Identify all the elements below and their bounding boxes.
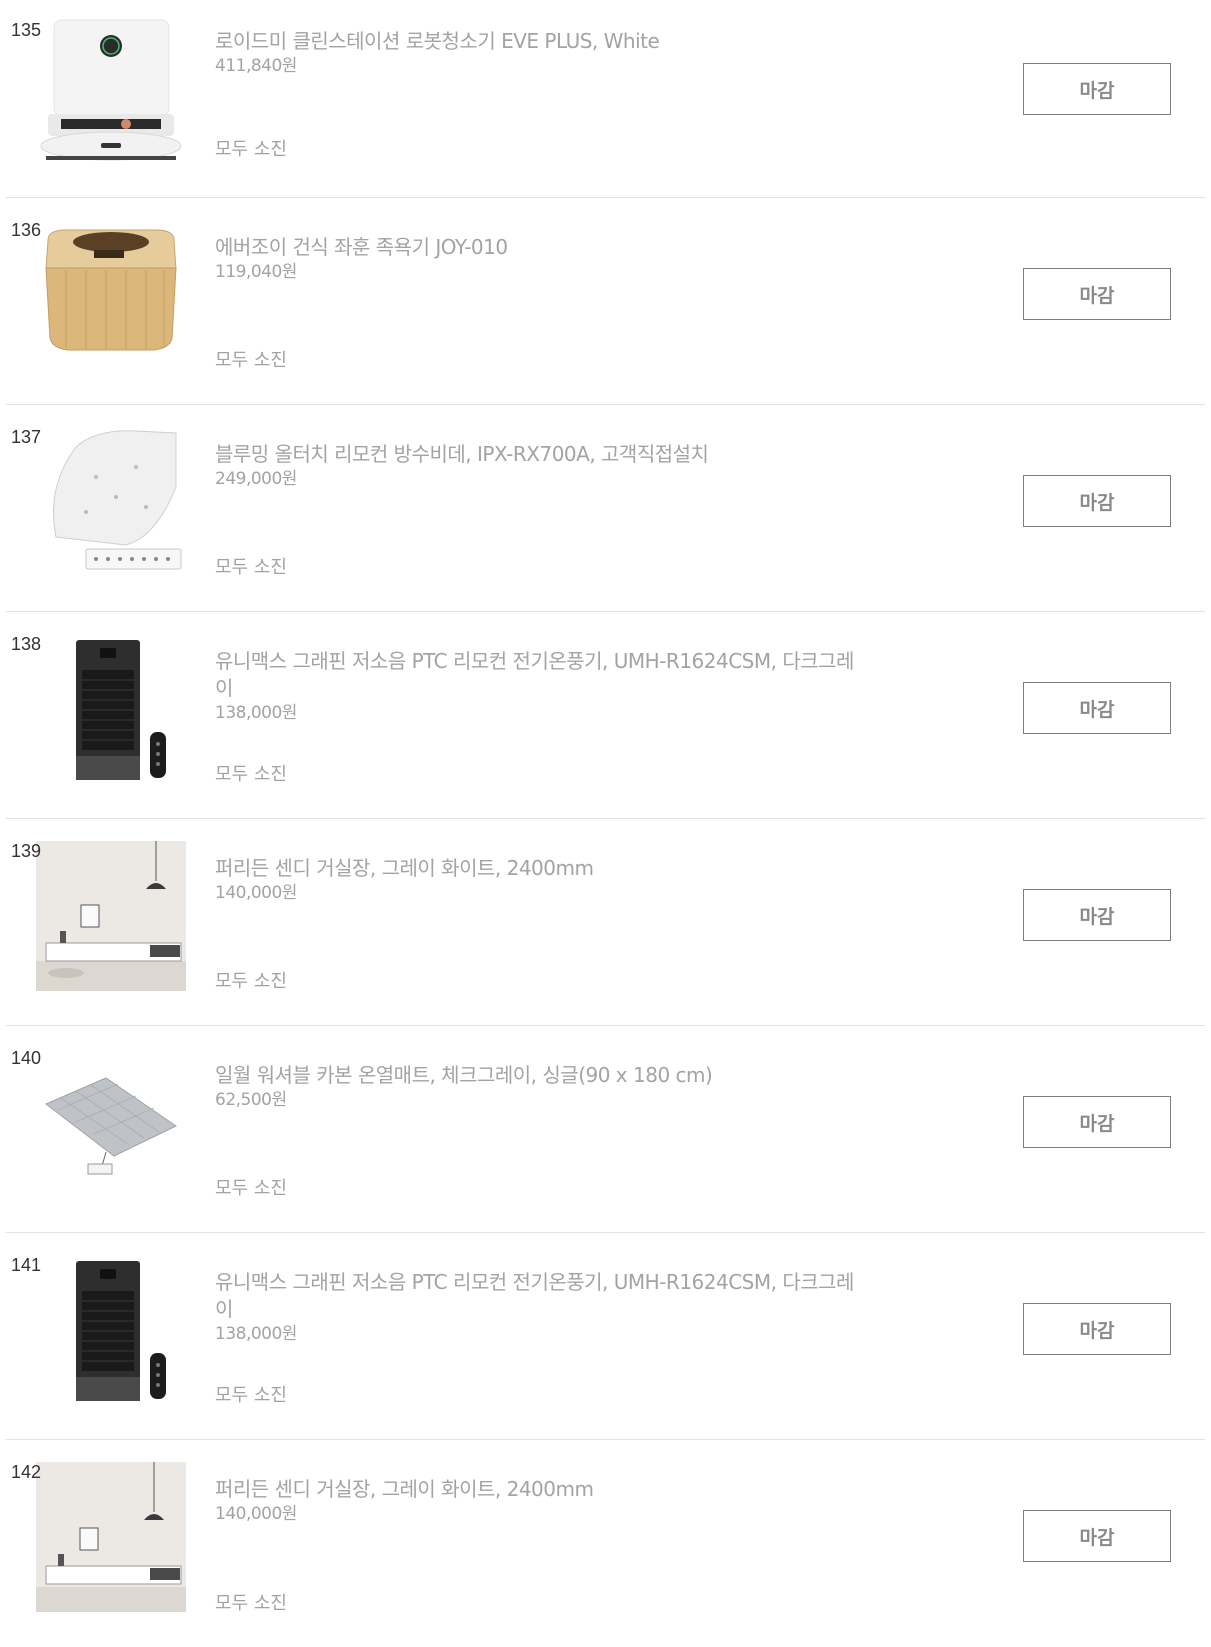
product-title[interactable]: 에버조이 건식 좌훈 족욕기 JOY-010 119,040원 [215,234,855,283]
closed-button[interactable]: 마감 [1023,475,1171,527]
item-number: 141 [11,1255,42,1275]
status-text: 모두 소진 [215,557,287,578]
tv-cabinet-image[interactable] [36,841,186,991]
status-text: 모두 소진 [215,971,287,992]
product-price: 140,000원 [215,883,297,903]
foot-bath-image[interactable] [36,220,186,370]
list-item[interactable]: 142 퍼리든 센디 거실장, 그레이 화이트, 2400mm 140,000원… [6,1440,1205,1647]
status-text: 모두 소진 [215,1385,287,1406]
status-text: 모두 소진 [215,1178,287,1199]
product-name[interactable]: 에버조이 건식 좌훈 족욕기 JOY-010 [215,235,508,259]
closed-button[interactable]: 마감 [1023,1096,1171,1148]
product-name[interactable]: 유니맥스 그래핀 저소음 PTC 리모컨 전기온풍기, UMH-R1624CSM… [215,649,854,700]
item-number: 140 [11,1048,42,1068]
product-price: 249,000원 [215,469,297,489]
status-text: 모두 소진 [215,764,287,785]
heater-image[interactable] [36,1255,186,1405]
heating-mat-image[interactable] [36,1048,186,1198]
closed-button[interactable]: 마감 [1023,63,1171,115]
product-title[interactable]: 유니맥스 그래핀 저소음 PTC 리모컨 전기온풍기, UMH-R1624CSM… [215,1269,855,1345]
product-title[interactable]: 블루밍 올터치 리모컨 방수비데, IPX-RX700A, 고객직접설치 249… [215,441,855,490]
item-number: 137 [11,427,42,447]
product-name[interactable]: 유니맥스 그래핀 저소음 PTC 리모컨 전기온풍기, UMH-R1624CSM… [215,1270,854,1321]
item-number: 138 [11,634,42,654]
list-item[interactable]: 135 로이드미 클린스테이션 로봇청소기 EVE PLUS, White 41… [6,0,1205,198]
closed-button[interactable]: 마감 [1023,682,1171,734]
closed-button[interactable]: 마감 [1023,889,1171,941]
product-title[interactable]: 일월 워셔블 카본 온열매트, 체크그레이, 싱글(90 x 180 cm) 6… [215,1062,855,1111]
product-list: 135 로이드미 클린스테이션 로봇청소기 EVE PLUS, White 41… [0,0,1211,1647]
list-item[interactable]: 140 일월 워셔블 카본 온열매트, 체크그레이, 싱글(90 x 180 c… [6,1026,1205,1233]
product-name[interactable]: 일월 워셔블 카본 온열매트, 체크그레이, 싱글(90 x 180 cm) [215,1063,713,1087]
item-number: 136 [11,220,42,240]
status-text: 모두 소진 [215,350,287,371]
product-price: 140,000원 [215,1504,297,1524]
closed-button[interactable]: 마감 [1023,1510,1171,1562]
closed-button[interactable]: 마감 [1023,268,1171,320]
item-number: 139 [11,841,42,861]
product-price: 62,500원 [215,1090,287,1110]
product-name[interactable]: 블루밍 올터치 리모컨 방수비데, IPX-RX700A, 고객직접설치 [215,442,709,466]
product-title[interactable]: 퍼리든 센디 거실장, 그레이 화이트, 2400mm 140,000원 [215,855,855,904]
product-name[interactable]: 로이드미 클린스테이션 로봇청소기 EVE PLUS, White [215,29,660,53]
status-text: 모두 소진 [215,1593,287,1614]
status-text: 모두 소진 [215,139,287,160]
list-item[interactable]: 138 유니맥스 그래핀 저소음 PTC 리모컨 전기온풍기, UMH-R162… [6,612,1205,819]
item-number: 135 [11,20,42,40]
bidet-image[interactable] [36,427,186,577]
product-title[interactable]: 퍼리든 센디 거실장, 그레이 화이트, 2400mm 140,000원 [215,1476,855,1525]
item-number: 142 [11,1462,42,1482]
robot-vacuum-image[interactable] [36,18,186,168]
product-price: 411,840원 [215,56,297,76]
closed-button[interactable]: 마감 [1023,1303,1171,1355]
tv-cabinet-image[interactable] [36,1462,186,1612]
product-title[interactable]: 로이드미 클린스테이션 로봇청소기 EVE PLUS, White 411,84… [215,28,855,77]
product-price: 138,000원 [215,1324,297,1344]
list-item[interactable]: 136 에버조이 건식 좌훈 족욕기 JOY-010 119,040원 모두 소… [6,198,1205,405]
list-item[interactable]: 141 유니맥스 그래핀 저소음 PTC 리모컨 전기온풍기, UMH-R162… [6,1233,1205,1440]
heater-image[interactable] [36,634,186,784]
product-price: 119,040원 [215,262,297,282]
product-name[interactable]: 퍼리든 센디 거실장, 그레이 화이트, 2400mm [215,1477,594,1501]
product-title[interactable]: 유니맥스 그래핀 저소음 PTC 리모컨 전기온풍기, UMH-R1624CSM… [215,648,855,724]
list-item[interactable]: 137 블루밍 올터치 리모컨 방수비데, IPX-RX700A, 고객직접설치… [6,405,1205,612]
list-item[interactable]: 139 퍼리든 센디 거실장, 그레이 화이트, 2400mm 140,000원… [6,819,1205,1026]
product-price: 138,000원 [215,703,297,723]
product-name[interactable]: 퍼리든 센디 거실장, 그레이 화이트, 2400mm [215,856,594,880]
